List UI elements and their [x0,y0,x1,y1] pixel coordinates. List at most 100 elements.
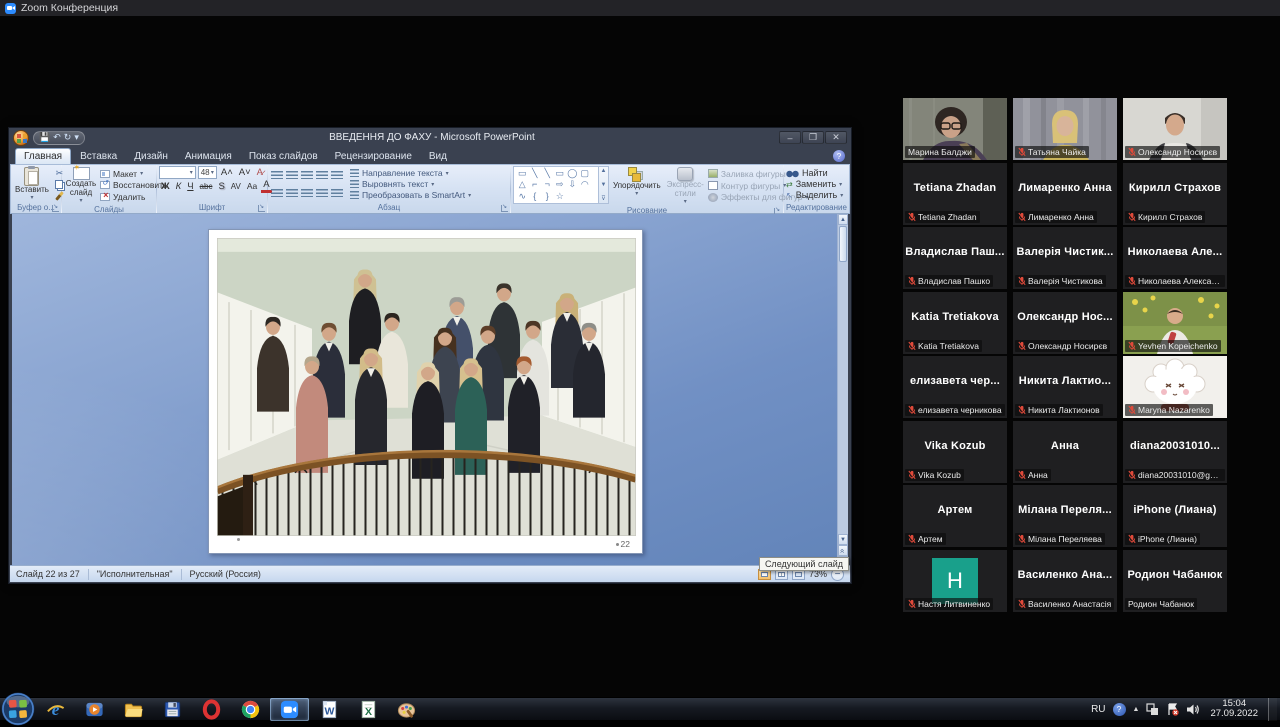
shape-icon[interactable]: { [529,191,542,202]
participant-tile[interactable]: Василенко Ана... Василенко Анастасія [1013,550,1117,612]
taskbar-explorer-button[interactable] [114,698,153,721]
paste-button[interactable]: Вставить ▾ [13,166,51,203]
strikethrough-button[interactable]: abc [198,180,215,193]
participant-tile[interactable]: Н Настя Литвиненко [903,550,1007,612]
shape-icon[interactable]: ⇩ [566,179,579,190]
align-left-icon[interactable] [271,189,283,198]
taskbar-floppy-button[interactable] [153,698,192,721]
font-size-combobox[interactable]: 48▾ [198,166,217,179]
participant-tile[interactable]: Кирилл Страхов Кирилл Страхов [1123,163,1227,225]
participant-tile[interactable]: Maryna Nazarenko [1123,356,1227,418]
tab-Вставка[interactable]: Вставка [72,149,125,164]
change-case-button[interactable]: Aa [245,180,259,193]
participant-tile[interactable]: елизавета чер... елизавета черникова [903,356,1007,418]
qat-dropdown-icon[interactable]: ▾ [74,133,79,142]
italic-button[interactable]: К [174,180,184,193]
participant-tile[interactable]: Родион Чабанюк Родион Чабанюк [1123,550,1227,612]
participant-tile[interactable]: Валерія Чистик... Валерія Чистикова [1013,227,1117,289]
clock[interactable]: 15:04 27.09.2022 [1210,699,1258,720]
font-name-combobox[interactable]: ▾ [159,166,196,179]
participant-tile[interactable]: Анна Анна [1013,421,1117,483]
line-spacing-icon[interactable] [331,171,343,180]
select-button[interactable]: ↖Выделить▾ [786,191,847,200]
taskbar-internet-explorer-button[interactable]: e [36,698,75,721]
shape-icon[interactable]: } [541,191,554,202]
arrange-button[interactable]: Упорядочить ▾ [611,166,663,206]
help-icon[interactable]: ? [833,150,845,162]
slide-canvas[interactable]: 22 [208,229,643,554]
decrease-indent-icon[interactable] [301,171,313,180]
restore-button[interactable]: ❐ [802,131,824,144]
taskbar-chrome-button[interactable] [231,698,270,721]
font-dialog-launcher-icon[interactable] [258,205,265,212]
action-center-flag-icon[interactable] [1166,703,1179,716]
scrollbar-thumb[interactable] [839,226,847,262]
shapes-gallery[interactable]: ▭╲╲▭◯▢△⌐¬⇨⇩◠∿{}☆ [513,166,599,204]
shape-icon[interactable]: ◯ [566,168,579,179]
shape-icon[interactable]: ▭ [554,168,567,179]
align-right-icon[interactable] [301,189,313,198]
quick-styles-button[interactable]: Экспресс-стили ▾ [665,166,706,206]
participant-tile[interactable]: Марина Балджи [903,98,1007,160]
text-direction-button[interactable]: Направление текста▾ [350,169,508,178]
previous-slide-button[interactable]: « [838,545,848,556]
speaker-icon[interactable] [1186,703,1200,716]
shape-icon[interactable]: ╲ [541,168,554,179]
participant-tile[interactable]: Олександр Нос... Олександр Носирєв [1013,292,1117,354]
taskbar-opera-button[interactable] [192,698,231,721]
character-spacing-button[interactable]: AV [229,180,243,193]
participant-tile[interactable]: Katia Tretiakova Katia Tretiakova [903,292,1007,354]
tab-Показ слайдов[interactable]: Показ слайдов [241,149,326,164]
paragraph-dialog-launcher-icon[interactable] [501,205,508,212]
align-center-icon[interactable] [286,189,298,198]
shrink-font-button[interactable]: A˅ [237,166,253,179]
participant-tile[interactable]: Владислав Паш... Владислав Пашко [903,227,1007,289]
shape-icon[interactable]: ╲ [529,168,542,179]
shape-icon[interactable]: ◠ [579,179,592,190]
participant-tile[interactable]: Yevhen Kopeichenko [1123,292,1227,354]
shape-icon[interactable]: ▢ [579,168,592,179]
participant-tile[interactable]: Олександр Носирєв [1123,98,1227,160]
taskbar-media-player-button[interactable] [75,698,114,721]
participant-tile[interactable]: Мілана Переля... Мілана Переляева [1013,485,1117,547]
text-shadow-button[interactable]: S [216,180,226,193]
shape-icon[interactable]: ☆ [554,191,567,202]
bold-button[interactable]: Ж [159,180,172,193]
new-slide-button[interactable]: Создать слайд ▾ [64,166,98,205]
tab-Рецензирование[interactable]: Рецензирование [327,149,420,164]
participant-tile[interactable]: Vika Kozub Vika Kozub [903,421,1007,483]
tab-Главная[interactable]: Главная [15,148,71,164]
underline-button[interactable]: Ч [185,180,195,193]
tab-Анимация[interactable]: Анимация [177,149,240,164]
shape-icon[interactable]: ▭ [516,168,529,179]
columns-icon[interactable] [331,189,343,198]
shapes-gallery-scroll[interactable]: ▲▼⊽ [599,166,609,204]
tab-Вид[interactable]: Вид [421,149,455,164]
redo-icon[interactable]: ↻ [64,133,72,142]
shape-icon[interactable]: ¬ [541,179,554,190]
taskbar-word-button[interactable]: W [309,698,348,721]
shape-icon[interactable]: △ [516,179,529,190]
participant-tile[interactable]: diana20031010... diana20031010@gma... [1123,421,1227,483]
participant-tile[interactable]: Николаева Але... Николаева Александ... [1123,227,1227,289]
taskbar-zoom-button[interactable] [270,698,309,721]
find-button[interactable]: Найти [786,169,847,178]
bullets-icon[interactable] [271,171,283,180]
participant-tile[interactable]: Tetiana Zhadan Tetiana Zhadan [903,163,1007,225]
numbering-icon[interactable] [286,171,298,180]
taskbar-excel-button[interactable]: X [348,698,387,721]
hidden-icons-chevron-icon[interactable]: ▲ [1133,706,1140,713]
show-desktop-button[interactable] [1268,698,1277,721]
start-button[interactable] [0,698,36,721]
save-icon[interactable]: 💾 [39,133,50,142]
participant-tile[interactable]: Лимаренко Анна Лимаренко Анна [1013,163,1117,225]
close-button[interactable]: ✕ [825,131,847,144]
justify-icon[interactable] [316,189,328,198]
clear-formatting-button[interactable]: A̷ [255,166,265,179]
undo-icon[interactable]: ↶ [53,133,61,142]
participant-tile[interactable]: Никита Лактио... Никита Лактионов [1013,356,1117,418]
scroll-up-icon[interactable]: ▲ [838,214,848,225]
tab-Дизайн[interactable]: Дизайн [126,149,176,164]
increase-indent-icon[interactable] [316,171,328,180]
shape-icon[interactable]: ⇨ [554,179,567,190]
